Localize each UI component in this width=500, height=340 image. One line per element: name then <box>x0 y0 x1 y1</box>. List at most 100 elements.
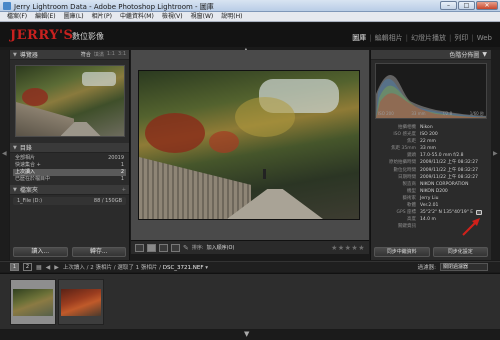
catalog-item-quick-collection[interactable]: 快速集合 + 1 <box>13 162 126 169</box>
star-rating[interactable]: ★★★★★ <box>331 244 365 252</box>
app-header: JERRY'S 數位影像 圖庫 | 編輯相片 | 幻燈片播放 | 列印 | We… <box>0 23 500 47</box>
sync-metadata-button[interactable]: 同步中繼資料 <box>374 247 430 257</box>
metadata-key: 焦距 35mm <box>391 146 416 152</box>
loupe-view-button[interactable] <box>147 243 156 252</box>
metadata-row: 拍攝相機 Nikon <box>375 124 487 131</box>
histogram-shutter: 1/60 秒 <box>469 111 484 116</box>
metadata-row: 焦距 22 mm <box>375 138 487 145</box>
filmstrip-thumbnail-selected[interactable] <box>10 279 56 325</box>
catalog-item-label: 已歷在於檔目中 <box>15 176 51 182</box>
back-arrow-icon[interactable]: ◀ <box>46 264 51 271</box>
catalog-item-previous-import[interactable]: 上次讀入 2 <box>13 169 126 176</box>
right-panel-edge[interactable]: ▶ <box>491 50 500 260</box>
import-button[interactable]: 讀入... <box>13 247 68 257</box>
grid-view-button[interactable] <box>135 243 144 252</box>
collapse-triangle-icon[interactable]: ▼ <box>13 187 17 193</box>
menu-file[interactable]: 檔案(F) <box>3 12 31 21</box>
sort-order-dropdown[interactable]: 加入順序(O) <box>207 244 235 251</box>
menu-library[interactable]: 圖庫(L) <box>60 12 88 21</box>
module-slideshow[interactable]: 幻燈片播放 <box>411 33 446 43</box>
navigator-title: 導覽器 <box>19 52 38 59</box>
metadata-key: GPS 座標 <box>396 210 417 216</box>
main-photo[interactable] <box>138 70 360 220</box>
folders-header[interactable]: ▼ 檔案夾 + <box>10 185 129 195</box>
menu-edit[interactable]: 編輯(E) <box>31 12 59 21</box>
metadata-value: 22 mm <box>420 139 436 145</box>
metadata-row: 焦距 35mm 33 mm <box>375 145 487 152</box>
collapse-left-arrow-icon[interactable]: ◀ <box>2 150 7 157</box>
metadata-key: 焦距 <box>407 139 416 145</box>
metadata-value: 33 mm <box>420 146 436 152</box>
menu-photo[interactable]: 相片(P) <box>88 12 116 21</box>
spray-can-icon[interactable]: ✎ <box>183 244 189 252</box>
left-panel-edge[interactable]: ◀ <box>0 50 9 260</box>
metadata-row: 製造商 NIKON CORPORATION <box>375 181 487 188</box>
menu-help[interactable]: 說明(H) <box>217 12 246 21</box>
catalog-title: 目錄 <box>19 145 32 152</box>
module-library[interactable]: 圖庫 <box>352 33 366 43</box>
histogram-header[interactable]: 色階分佈圖 ▼ <box>371 50 491 60</box>
zoom-1-1[interactable]: 1:1 <box>107 51 115 58</box>
zoom-fill[interactable]: 填滿 <box>94 51 104 58</box>
metadata-key: ISO 感光度 <box>393 132 416 138</box>
compare-view-button[interactable] <box>159 243 168 252</box>
grid-icon[interactable]: ▦ <box>36 264 42 271</box>
module-separator: | <box>405 34 409 42</box>
navigator-header[interactable]: ▼ 導覽器 符合 填滿 1:1 3:1 <box>10 50 129 60</box>
zoom-options: 符合 填滿 1:1 3:1 <box>81 51 126 58</box>
collapse-triangle-icon[interactable]: ▼ <box>482 51 487 58</box>
catalog-list: 全部相片 20019 快速集合 + 1 上次讀入 2 已歷在於檔目中 1 <box>10 153 129 185</box>
window-titlebar: Jerry Lightroom Data - Adobe Photoshop L… <box>0 0 500 12</box>
module-develop[interactable]: 編輯相片 <box>375 33 403 43</box>
catalog-item-in-catalog[interactable]: 已歷在於檔目中 1 <box>13 176 126 183</box>
module-web[interactable]: Web <box>477 34 492 42</box>
sync-settings-button[interactable]: 同步化設定 <box>432 247 488 257</box>
maximize-button[interactable]: □ <box>458 1 475 10</box>
menu-window[interactable]: 視窗(W) <box>187 12 218 21</box>
folder-volume-row[interactable]: 1_File (D:) 88 / 150GB <box>13 197 126 205</box>
metadata-row: 機型 NIKON D200 <box>375 188 487 195</box>
minimize-button[interactable]: – <box>440 1 457 10</box>
zoom-fit[interactable]: 符合 <box>81 51 91 58</box>
module-picker: 圖庫 | 編輯相片 | 幻燈片播放 | 列印 | Web <box>352 33 492 43</box>
catalog-header[interactable]: ▼ 目錄 <box>10 143 129 153</box>
metadata-key: 機型 <box>407 188 416 194</box>
folder-volume-label: 1_File (D:) <box>17 198 43 204</box>
module-separator: | <box>449 34 452 42</box>
filmstrip-thumbnail[interactable] <box>58 279 104 325</box>
window-1-button[interactable]: 1 <box>10 263 19 271</box>
close-button[interactable]: ✕ <box>476 1 498 10</box>
menu-bar: 檔案(F) 編輯(E) 圖庫(L) 相片(P) 中繼資料(M) 檢視(V) 視窗… <box>0 12 500 22</box>
navigator-preview[interactable] <box>14 65 125 137</box>
module-print[interactable]: 列印 <box>454 33 468 43</box>
collapse-right-arrow-icon[interactable]: ▶ <box>493 150 498 157</box>
zoom-3-1[interactable]: 3:1 <box>118 51 126 58</box>
sort-label: 排序: <box>191 245 204 251</box>
catalog-item-count: 2 <box>120 169 124 175</box>
menu-metadata[interactable]: 中繼資料(M) <box>116 12 158 21</box>
histogram-info: ISO 200 33 mm f/2.8 1/60 秒 <box>378 111 484 117</box>
metadata-key: 軟體 <box>407 203 416 209</box>
histogram-focal: 33 mm <box>411 111 426 116</box>
filmstrip-source-path: 上次讀入 / 2 張相片 / 選取了 1 張相片 / DSC_3721.NEF … <box>62 265 209 271</box>
forward-arrow-icon[interactable]: ▶ <box>54 264 59 271</box>
export-button[interactable]: 轉存... <box>71 247 126 257</box>
filter-dropdown[interactable]: 關閉過濾器 <box>440 263 488 271</box>
menu-view[interactable]: 檢視(V) <box>158 12 187 21</box>
folders-title: 檔案夾 <box>19 187 38 194</box>
catalog-item-count: 1 <box>120 176 124 182</box>
metadata-row: ISO 感光度 ISO 200 <box>375 131 487 138</box>
add-folder-icon[interactable]: + <box>122 187 126 193</box>
survey-view-button[interactable] <box>171 243 180 252</box>
window-2-button[interactable]: 2 <box>23 263 32 271</box>
library-toolbar: ✎ 排序: 加入順序(O) ★★★★★ <box>131 240 369 254</box>
collapse-triangle-icon[interactable]: ▼ <box>13 52 17 58</box>
collapse-filmstrip-arrow-icon[interactable]: ▼ <box>244 330 249 338</box>
metadata-row: 軟體 Ver.2.01 <box>375 202 487 209</box>
collapse-triangle-icon[interactable]: ▼ <box>13 145 17 151</box>
metadata-value: 2009/11/22 上午 08:32:27 <box>420 160 479 166</box>
metadata-row: 原始拍攝時間 2009/11/22 上午 08:32:27 <box>375 159 487 166</box>
catalog-item-all-photos[interactable]: 全部相片 20019 <box>13 155 126 162</box>
selected-filename: DSC_3721.NEF <box>162 265 204 271</box>
red-annotation-arrow <box>462 218 480 236</box>
